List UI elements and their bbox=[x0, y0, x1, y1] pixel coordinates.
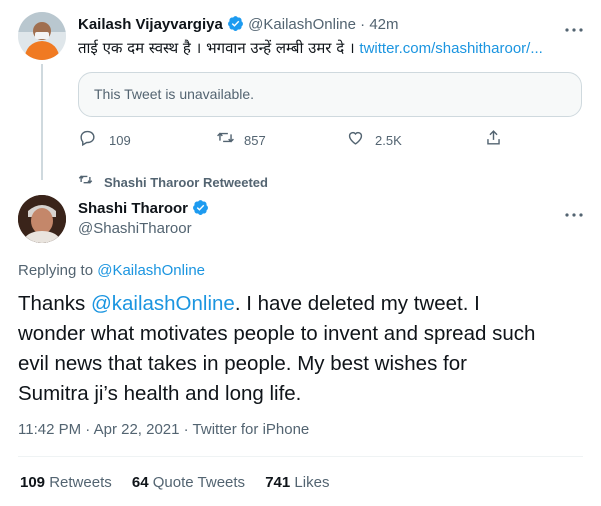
separator-dot: · bbox=[360, 16, 366, 33]
author-name[interactable]: Kailash Vijayvargiya bbox=[78, 16, 223, 33]
quoted-tweet-box: This Tweet is unavailable. bbox=[78, 72, 582, 117]
retweet-action[interactable]: 857 bbox=[216, 128, 266, 152]
share-icon bbox=[484, 130, 503, 151]
main-tweet-text-start: Thanks bbox=[18, 292, 86, 315]
like-count: 2.5K bbox=[375, 132, 402, 148]
main-tweet-text: Thanks @kailashOnline. I have deleted my… bbox=[18, 289, 538, 409]
like-action[interactable]: 2.5K bbox=[346, 128, 402, 152]
avatar-shashi[interactable] bbox=[18, 195, 66, 243]
main-author-name[interactable]: Shashi Tharoor bbox=[78, 200, 188, 217]
reply-action[interactable]: 109 bbox=[78, 128, 131, 152]
reply-icon bbox=[78, 128, 97, 152]
retweets-stat-label: Retweets bbox=[49, 474, 112, 491]
share-action[interactable] bbox=[484, 128, 503, 152]
retweet-context[interactable]: Shashi Tharoor Retweeted bbox=[78, 172, 268, 192]
tweet-text: ताई एक दम स्वस्थ है । भगवान उन्हें लम्बी… bbox=[78, 38, 543, 58]
retweets-stat[interactable]: 109 Retweets bbox=[20, 474, 116, 491]
main-author-handle[interactable]: @ShashiTharoor bbox=[78, 220, 192, 237]
author-handle[interactable]: @KailashOnline bbox=[248, 16, 356, 33]
quotes-stat[interactable]: 64 Quote Tweets bbox=[132, 474, 249, 491]
likes-stat-count: 741 bbox=[265, 474, 291, 491]
tweet-body: ताई एक दम स्वस्थ है । भगवान उन्हें लम्बी… bbox=[78, 39, 355, 57]
likes-stat[interactable]: 741 Likes bbox=[265, 474, 329, 491]
main-more-options-icon[interactable] bbox=[564, 205, 584, 223]
replying-to-handle[interactable]: @KailashOnline bbox=[97, 262, 205, 279]
verified-badge-icon bbox=[227, 15, 244, 32]
divider-top bbox=[18, 456, 583, 457]
main-tweet-mention[interactable]: @kailashOnline bbox=[91, 292, 235, 315]
thread-line bbox=[41, 64, 43, 180]
replying-to-prefix: Replying to bbox=[18, 262, 94, 279]
replying-to: Replying to @KailashOnline bbox=[18, 262, 205, 279]
main-tweet-timestamp[interactable]: 11:42 PM · Apr 22, 2021 · Twitter for iP… bbox=[18, 421, 309, 438]
main-author-name-row: Shashi Tharoor bbox=[78, 199, 209, 217]
retweet-count: 857 bbox=[244, 132, 266, 148]
tweet-time[interactable]: 42m bbox=[369, 16, 398, 33]
retweets-stat-count: 109 bbox=[20, 474, 46, 491]
likes-stat-label: Likes bbox=[294, 474, 330, 491]
retweet-icon bbox=[216, 128, 235, 152]
more-options-icon[interactable] bbox=[564, 20, 584, 38]
quotes-stat-count: 64 bbox=[131, 474, 149, 491]
reply-count: 109 bbox=[109, 132, 131, 148]
main-verified-badge-icon bbox=[192, 199, 209, 216]
retweet-context-label: Shashi Tharoor Retweeted bbox=[104, 174, 268, 190]
heart-icon bbox=[346, 128, 365, 152]
retweeted-icon bbox=[78, 172, 93, 192]
quotes-stat-label: Quote Tweets bbox=[152, 474, 246, 491]
avatar-kailash[interactable] bbox=[18, 12, 66, 60]
engagement-stats: 109 Retweets 64 Quote Tweets 741 Likes bbox=[20, 474, 329, 491]
tweet-header: Kailash Vijayvargiya @KailashOnline · 42… bbox=[78, 15, 399, 33]
tweet-link[interactable]: twitter.com/shashitharoor/... bbox=[359, 40, 542, 57]
quoted-unavailable-text: This Tweet is unavailable. bbox=[94, 86, 255, 102]
